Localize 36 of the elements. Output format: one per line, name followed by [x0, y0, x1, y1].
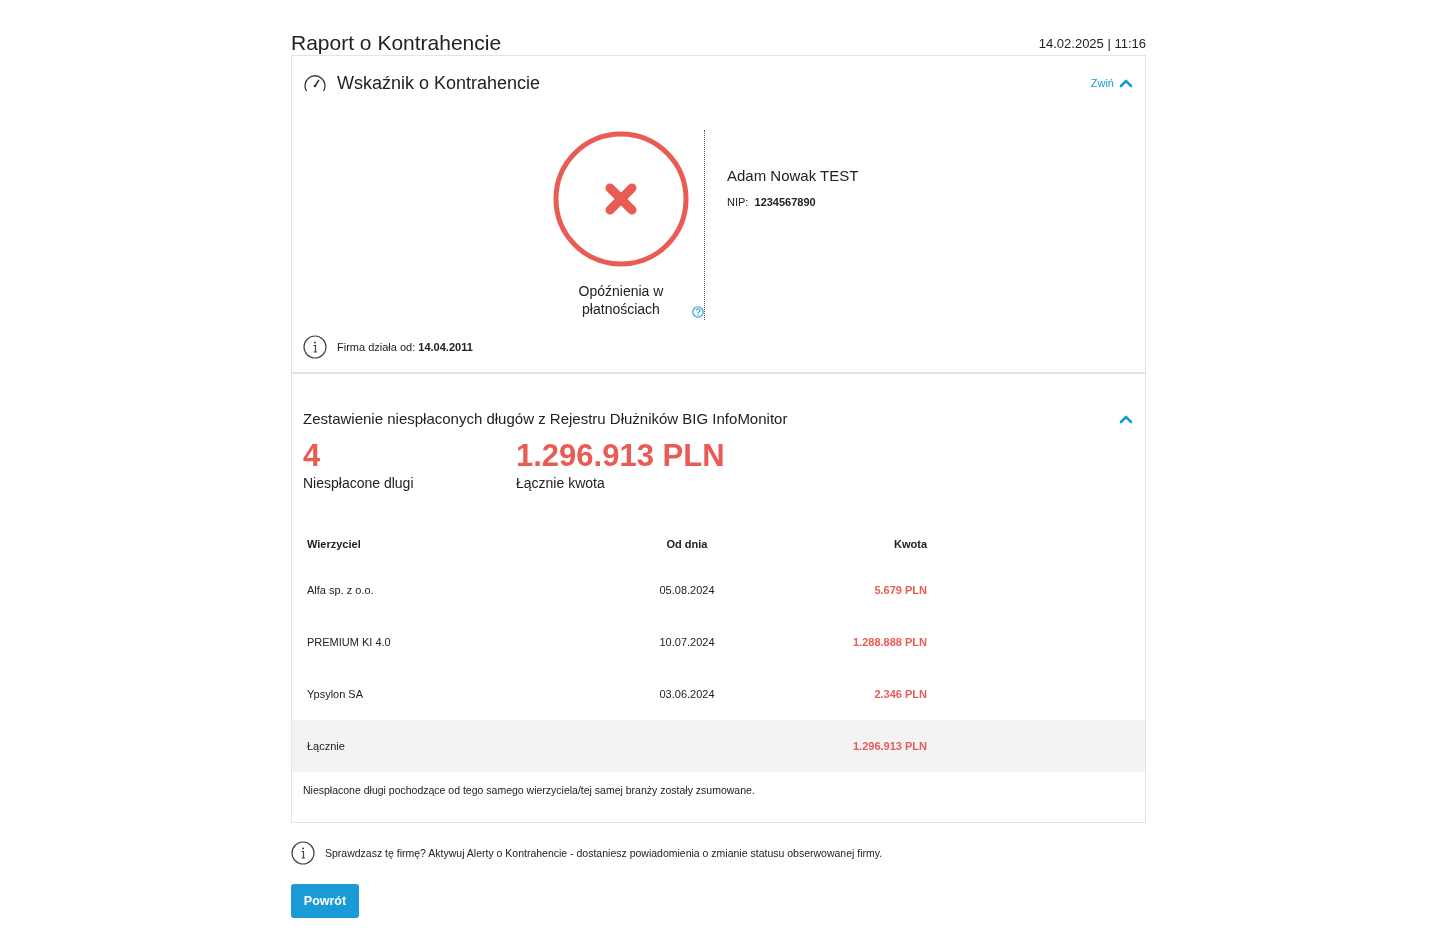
page-title: Raport o Kontrahencie: [291, 31, 502, 55]
section-title: Zestawienie niespłaconych długów z Rejestru Dłużników BIG InfoMonitor: [303, 410, 788, 427]
note-text: Niespłacone długi pochodzące od tego samego wierzyciela/tej samej branży zostały zsumowane.: [302, 783, 756, 798]
stat-value: 4: [303, 439, 322, 473]
alert-text: Sprawdzasz tę firmę? Aktywuj Alerty o Kontrahencie - dostaniesz powiadomienia o zmianie statusu obserwowanej firmy.: [325, 847, 883, 859]
table-cell-text: 05.08.2024: [658, 584, 716, 596]
table-cell-text: Alfa sp. z o.o.: [307, 584, 375, 596]
table-cell-text: PREMIUM KI 4.0: [307, 636, 392, 648]
table-cell-text: 10.07.2024: [658, 636, 716, 648]
founded-text: Firma działa od: 14.04.2011: [337, 341, 473, 353]
status-label: Opóźnienia w płatnościach: [577, 282, 665, 318]
chevron-icon[interactable]: [1119, 78, 1133, 88]
table-cell-text: 03.06.2024: [658, 688, 716, 700]
column-header: Wierzyciel: [307, 538, 362, 550]
amount-cell-text: 5.679 PLN: [873, 584, 927, 596]
chevron-icon[interactable]: [1119, 413, 1133, 424]
total-label: Łącznie: [307, 740, 346, 752]
table-cell-text: Ypsylon SA: [307, 688, 365, 700]
speedometer-icon: [303, 72, 327, 94]
column-header: Od dnia: [665, 538, 709, 550]
stat-label: Łącznie kwota: [516, 475, 606, 491]
total-amount: 1.296.913 PLN: [852, 740, 927, 752]
help-icon[interactable]: [692, 306, 704, 318]
collapse-button[interactable]: Zwiń: [1090, 77, 1133, 89]
back-button[interactable]: Powrót: [291, 884, 359, 918]
stat-label: Niespłacone dlugi: [303, 475, 415, 491]
company-name: Adam Nowak TEST: [727, 167, 859, 184]
section-title: Wskaźnik o Kontrahencie: [337, 72, 542, 94]
nip-text: NIP: 1234567890: [727, 196, 817, 208]
info-icon: [291, 841, 315, 865]
amount-cell-text: 2.346 PLN: [873, 688, 927, 700]
amount-cell-text: 1.288.888 PLN: [852, 636, 927, 648]
stat-value: 1.296.913 PLN: [516, 439, 726, 473]
info-icon: [303, 335, 327, 359]
column-header: Kwota: [893, 538, 927, 550]
timestamp: 14.02.2025 | 11:16: [1038, 36, 1146, 51]
